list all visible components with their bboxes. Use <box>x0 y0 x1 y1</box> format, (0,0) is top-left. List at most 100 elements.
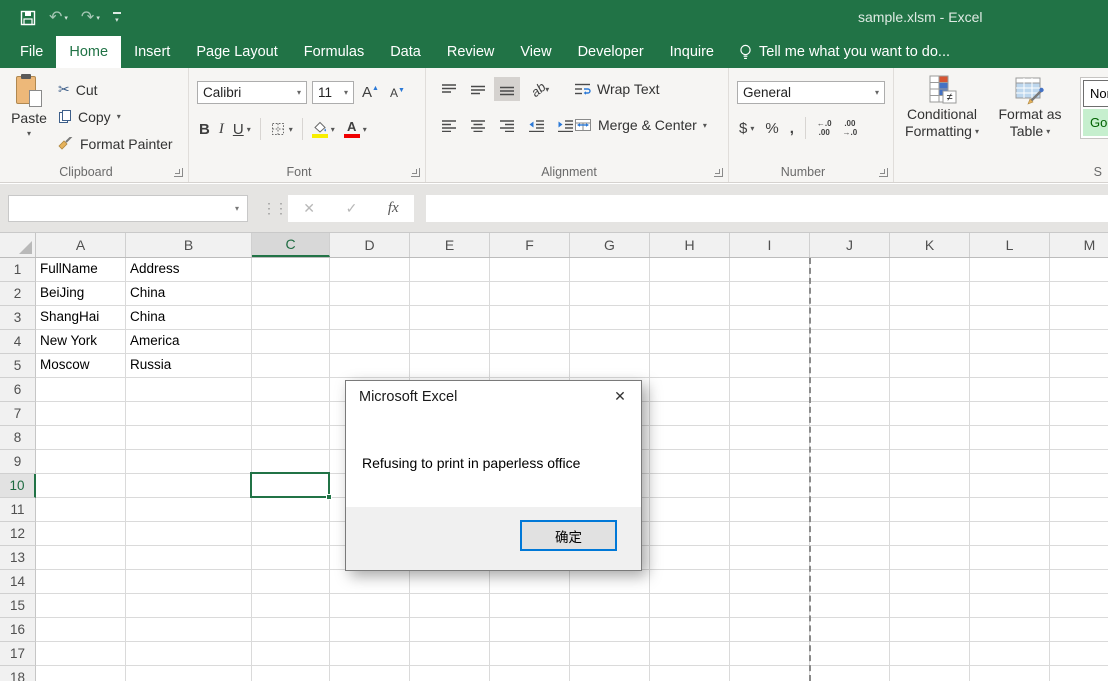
cell-C9[interactable] <box>252 450 330 474</box>
cell-C4[interactable] <box>252 330 330 354</box>
cell-A7[interactable] <box>36 402 126 426</box>
cell-A17[interactable] <box>36 642 126 666</box>
cell-K1[interactable] <box>890 258 970 282</box>
row-header-11[interactable]: 11 <box>0 498 36 522</box>
paste-dropdown-icon[interactable]: ▾ <box>27 129 31 138</box>
font-dialog-launcher-icon[interactable] <box>411 168 420 177</box>
number-format-select[interactable]: General ▾ <box>737 81 885 104</box>
cell-A4[interactable]: New York <box>36 330 126 354</box>
font-size-select[interactable]: 11 ▾ <box>312 81 354 104</box>
row-header-16[interactable]: 16 <box>0 618 36 642</box>
cell-A9[interactable] <box>36 450 126 474</box>
cell-J2[interactable] <box>810 282 890 306</box>
cell-L1[interactable] <box>970 258 1050 282</box>
cell-B17[interactable] <box>126 642 252 666</box>
cell-I6[interactable] <box>730 378 810 402</box>
cell-J16[interactable] <box>810 618 890 642</box>
cell-A5[interactable]: Moscow <box>36 354 126 378</box>
cell-L15[interactable] <box>970 594 1050 618</box>
cell-L17[interactable] <box>970 642 1050 666</box>
cell-D2[interactable] <box>330 282 410 306</box>
cell-J13[interactable] <box>810 546 890 570</box>
cell-D5[interactable] <box>330 354 410 378</box>
cell-E17[interactable] <box>410 642 490 666</box>
tab-insert[interactable]: Insert <box>121 36 183 68</box>
cell-K2[interactable] <box>890 282 970 306</box>
cell-F2[interactable] <box>490 282 570 306</box>
cell-A10[interactable] <box>36 474 126 498</box>
cell-I12[interactable] <box>730 522 810 546</box>
bottom-align-button[interactable] <box>494 77 520 101</box>
cell-I10[interactable] <box>730 474 810 498</box>
decrease-decimal-button[interactable]: .00 →.0 <box>843 119 858 137</box>
cell-H4[interactable] <box>650 330 730 354</box>
row-header-3[interactable]: 3 <box>0 306 36 330</box>
cell-B2[interactable]: China <box>126 282 252 306</box>
italic-button[interactable]: I <box>219 121 224 138</box>
cell-B9[interactable] <box>126 450 252 474</box>
cell-L8[interactable] <box>970 426 1050 450</box>
cell-E16[interactable] <box>410 618 490 642</box>
cell-M5[interactable] <box>1050 354 1108 378</box>
cell-M16[interactable] <box>1050 618 1108 642</box>
cell-C13[interactable] <box>252 546 330 570</box>
cell-M6[interactable] <box>1050 378 1108 402</box>
cell-G18[interactable] <box>570 666 650 681</box>
cell-M8[interactable] <box>1050 426 1108 450</box>
cell-K13[interactable] <box>890 546 970 570</box>
cell-H18[interactable] <box>650 666 730 681</box>
cell-F15[interactable] <box>490 594 570 618</box>
cell-I11[interactable] <box>730 498 810 522</box>
conditional-formatting-button[interactable]: ≠ Conditional Formatting▾ <box>898 74 986 140</box>
dialog-close-button[interactable]: ✕ <box>600 382 640 410</box>
cell-F1[interactable] <box>490 258 570 282</box>
column-header-H[interactable]: H <box>650 233 730 257</box>
cell-K18[interactable] <box>890 666 970 681</box>
cell-C6[interactable] <box>252 378 330 402</box>
cell-D17[interactable] <box>330 642 410 666</box>
select-all-corner[interactable] <box>0 233 36 257</box>
cell-B4[interactable]: America <box>126 330 252 354</box>
cell-K6[interactable] <box>890 378 970 402</box>
cell-E3[interactable] <box>410 306 490 330</box>
cell-K4[interactable] <box>890 330 970 354</box>
cell-C18[interactable] <box>252 666 330 681</box>
cell-M4[interactable] <box>1050 330 1108 354</box>
decrease-indent-button[interactable] <box>523 113 549 137</box>
cell-I4[interactable] <box>730 330 810 354</box>
tab-inquire[interactable]: Inquire <box>657 36 727 68</box>
cell-G15[interactable] <box>570 594 650 618</box>
cell-E4[interactable] <box>410 330 490 354</box>
cell-H3[interactable] <box>650 306 730 330</box>
cell-M1[interactable] <box>1050 258 1108 282</box>
row-header-12[interactable]: 12 <box>0 522 36 546</box>
underline-button[interactable]: U▾ <box>233 121 251 138</box>
column-header-G[interactable]: G <box>570 233 650 257</box>
cell-J1[interactable] <box>810 258 890 282</box>
cell-F18[interactable] <box>490 666 570 681</box>
cell-M14[interactable] <box>1050 570 1108 594</box>
cell-L13[interactable] <box>970 546 1050 570</box>
row-header-7[interactable]: 7 <box>0 402 36 426</box>
column-header-K[interactable]: K <box>890 233 970 257</box>
cell-J4[interactable] <box>810 330 890 354</box>
cell-I3[interactable] <box>730 306 810 330</box>
cell-J6[interactable] <box>810 378 890 402</box>
cell-C8[interactable] <box>252 426 330 450</box>
cell-style-normal[interactable]: Norm <box>1083 80 1108 107</box>
tab-data[interactable]: Data <box>377 36 434 68</box>
accounting-dropdown-icon[interactable]: ▾ <box>750 124 754 133</box>
row-header-4[interactable]: 4 <box>0 330 36 354</box>
cell-J10[interactable] <box>810 474 890 498</box>
cell-G1[interactable] <box>570 258 650 282</box>
cell-M2[interactable] <box>1050 282 1108 306</box>
cell-E2[interactable] <box>410 282 490 306</box>
cell-J15[interactable] <box>810 594 890 618</box>
cancel-button[interactable]: ✕ <box>303 200 315 217</box>
cell-J12[interactable] <box>810 522 890 546</box>
cell-F16[interactable] <box>490 618 570 642</box>
align-right-button[interactable] <box>494 113 520 137</box>
cell-M11[interactable] <box>1050 498 1108 522</box>
cell-L16[interactable] <box>970 618 1050 642</box>
row-header-14[interactable]: 14 <box>0 570 36 594</box>
